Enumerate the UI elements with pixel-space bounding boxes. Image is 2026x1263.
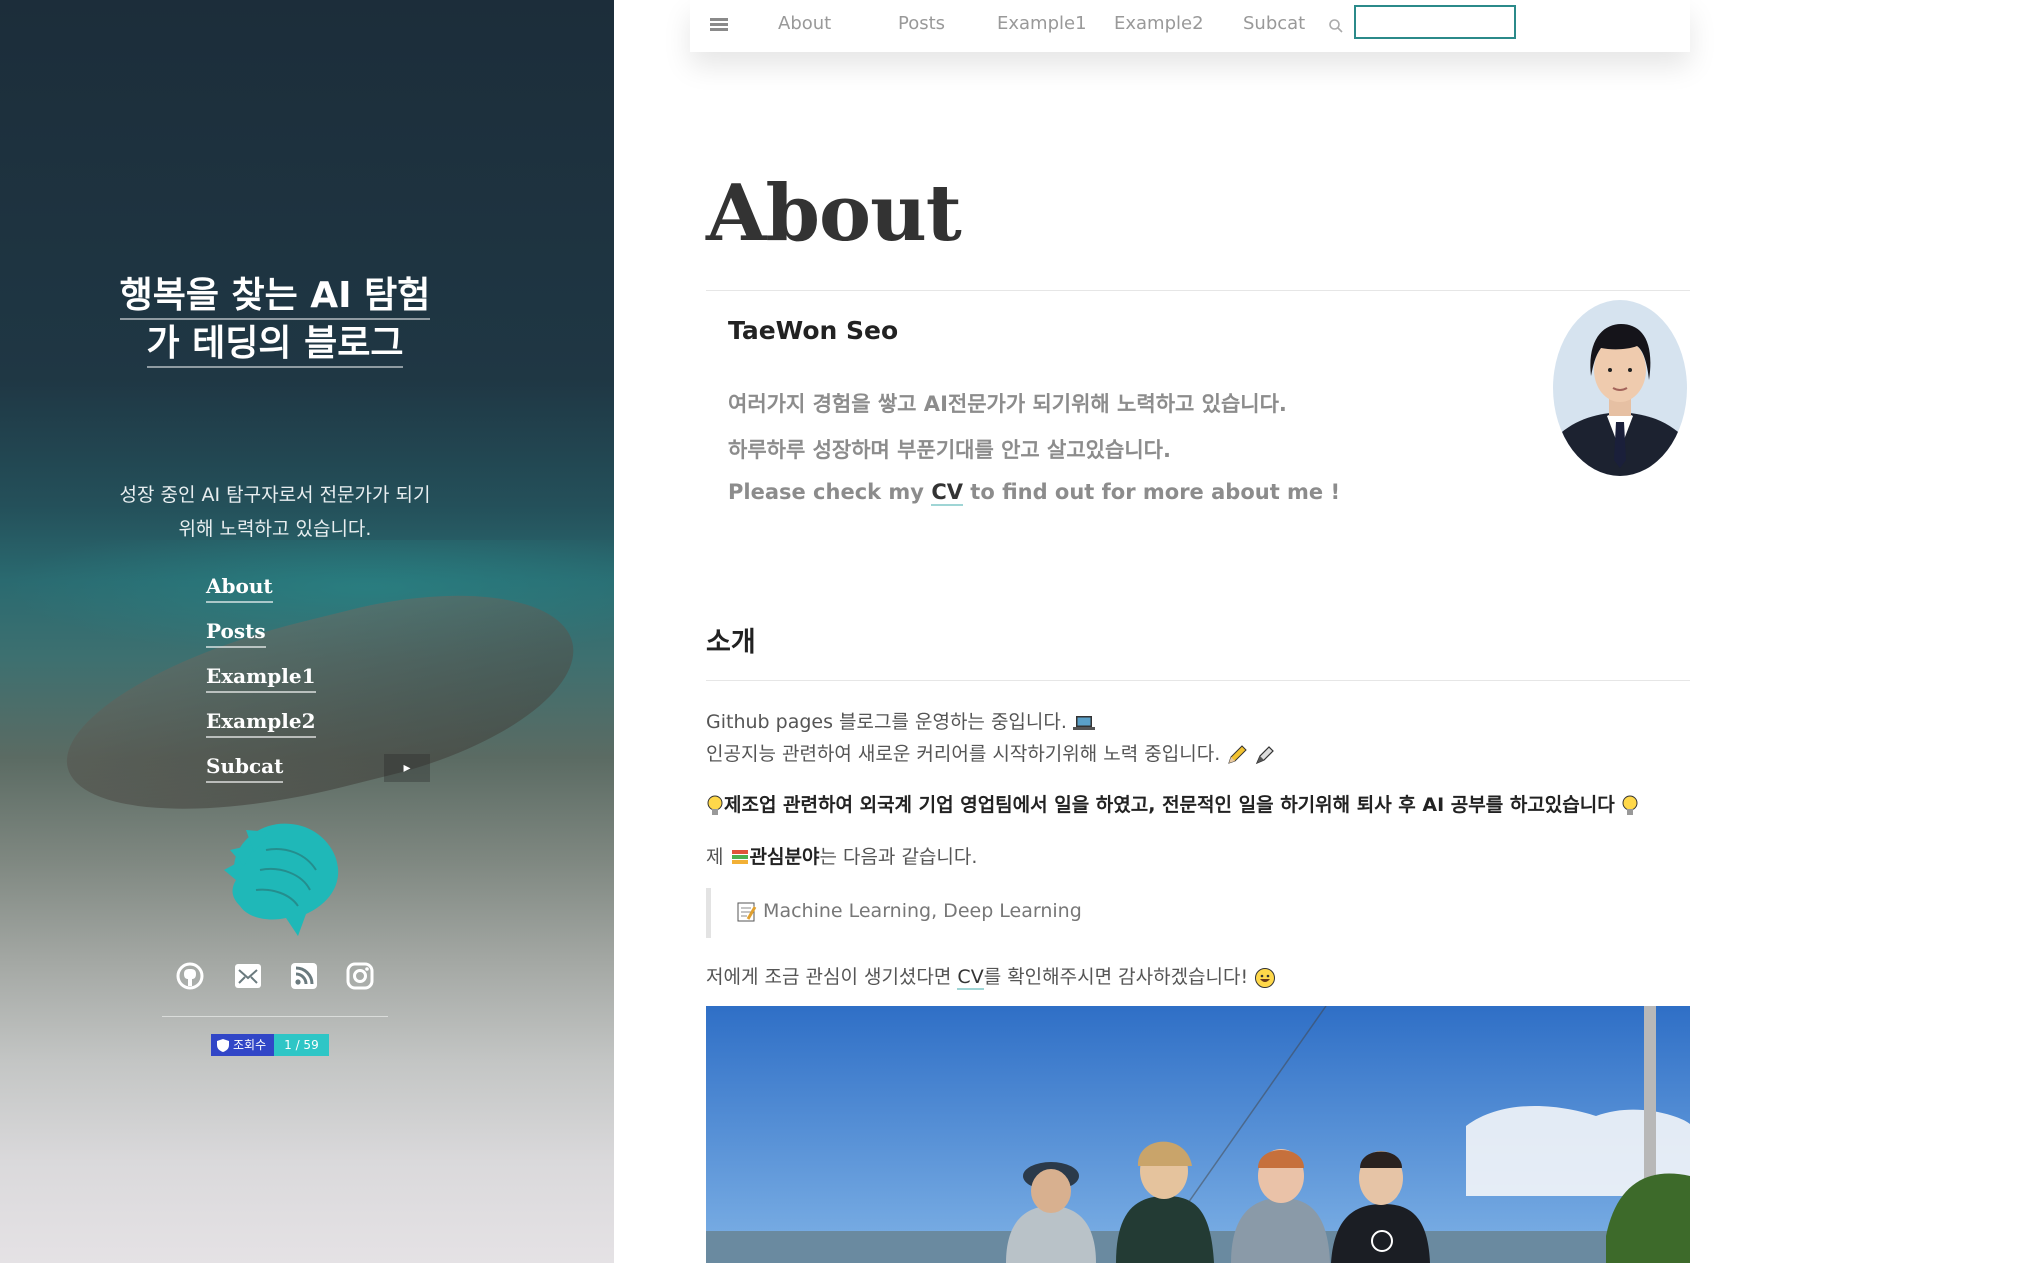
email-icon[interactable] <box>232 960 264 992</box>
sidebar-item-label: Example1 <box>206 664 316 693</box>
pen-icon <box>1256 745 1275 764</box>
lion-logo-icon[interactable] <box>206 810 346 940</box>
section-divider <box>706 680 1690 681</box>
rss-icon[interactable] <box>288 960 320 992</box>
sidebar-nav: About Posts Example1 Example2 Subcat ▸ <box>206 566 486 791</box>
sidebar-item-subcat[interactable]: Subcat ▸ <box>206 746 486 791</box>
author-name: TaeWon Seo <box>728 316 899 345</box>
sidebar-item-example1[interactable]: Example1 <box>206 656 486 701</box>
paragraph-interests-suffix: 는 다음과 같습니다. <box>819 846 978 868</box>
hits-value: 1 / 59 <box>274 1034 329 1056</box>
github-icon[interactable] <box>174 960 206 992</box>
intro-line-3-prefix: Please check my <box>728 480 924 504</box>
group-photo <box>706 1006 1690 1263</box>
submenu-caret-icon[interactable]: ▸ <box>384 754 430 782</box>
social-links <box>174 960 394 1000</box>
books-icon <box>731 849 748 864</box>
blockquote-text: Machine Learning, Deep Learning <box>763 900 1082 922</box>
cv-link-inline[interactable]: CV <box>957 966 984 990</box>
sidebar-item-label: About <box>206 574 273 603</box>
site-title-line2[interactable]: 가 테딩의 블로그 <box>146 323 404 368</box>
paragraph-interests-prefix: 제 <box>706 846 724 868</box>
sidebar-item-label: Subcat <box>206 754 284 783</box>
smiley-icon <box>1255 967 1276 988</box>
sidebar-item-example2[interactable]: Example2 <box>206 701 486 746</box>
paragraph-blog: Github pages 블로그를 운영하는 중입니다. <box>706 707 1095 734</box>
instagram-icon[interactable] <box>344 960 376 992</box>
intro-line-3: Please check my CV to find out for more … <box>728 480 1341 506</box>
intro-line-1: 여러가지 경험을 쌓고 AI전문가가 되기위해 노력하고 있습니다. <box>728 392 1287 416</box>
lightbulb-icon <box>707 795 723 815</box>
sidebar-divider <box>162 1016 388 1017</box>
intro-line-2: 하루하루 성장하며 부푼기대를 안고 살고있습니다. <box>728 438 1171 462</box>
blockquote: Machine Learning, Deep Learning <box>706 888 1695 938</box>
laptop-icon <box>1072 715 1095 730</box>
hits-counter-badge: 조회수 1 / 59 <box>211 1034 329 1056</box>
paragraph-cta-prefix: 저에게 조금 관심이 생기셨다면 <box>706 966 952 988</box>
memo-icon <box>737 902 757 921</box>
site-description-line1: 성장 중인 AI 탐구자로서 전문가가 되기 <box>119 484 431 506</box>
hits-label-segment: 조회수 <box>211 1034 275 1056</box>
shield-icon <box>217 1038 229 1052</box>
hits-label: 조회수 <box>233 1038 267 1052</box>
paragraph-career-text: 인공지능 관련하여 새로운 커리어를 시작하기위해 노력 중입니다. <box>706 743 1221 765</box>
site-title-line1[interactable]: 행복을 찾는 AI 탐험 <box>119 275 431 320</box>
paragraph-background: 제조업 관련하여 외국계 기업 영업팀에서 일을 하였고, 전문적인 일을 하기… <box>706 790 1639 818</box>
paragraph-career: 인공지능 관련하여 새로운 커리어를 시작하기위해 노력 중입니다. <box>706 739 1276 766</box>
page-title: About <box>706 168 962 259</box>
paragraph-interests-bold: 관심분야 <box>749 846 820 868</box>
paragraph-background-text: 제조업 관련하여 외국계 기업 영업팀에서 일을 하였고, 전문적인 일을 하기… <box>724 794 1615 816</box>
pencil-icon <box>1228 744 1248 764</box>
intro-line-3-suffix: to find out for more about me ! <box>970 480 1341 504</box>
paragraph-cta-suffix: 를 확인해주시면 감사하겠습니다! <box>983 966 1249 988</box>
paragraph-cta: 저에게 조금 관심이 생기셨다면 CV를 확인해주시면 감사하겠습니다! <box>706 962 1276 990</box>
sidebar-item-about[interactable]: About <box>206 566 486 611</box>
profile-avatar <box>1553 300 1687 476</box>
paragraph-interests: 제 관심분야는 다음과 같습니다. <box>706 842 977 869</box>
sidebar-item-label: Posts <box>206 619 266 648</box>
paragraph-blog-text: Github pages 블로그를 운영하는 중입니다. <box>706 711 1067 733</box>
site-description-line2: 위해 노력하고 있습니다. <box>178 518 372 540</box>
main-content: About TaeWon Seo 여러가지 경험을 쌓고 AI전문가가 되기위해… <box>706 0 1690 1263</box>
blockquote-content: Machine Learning, Deep Learning <box>735 900 1082 923</box>
lightbulb-icon <box>1622 795 1638 815</box>
section-heading-intro: 소개 <box>706 627 756 658</box>
title-divider <box>706 290 1690 291</box>
sidebar-item-posts[interactable]: Posts <box>206 611 486 656</box>
cv-link[interactable]: CV <box>931 480 963 506</box>
sidebar: 행복을 찾는 AI 탐험 가 테딩의 블로그 성장 중인 AI 탐구자로서 전문… <box>0 0 614 1263</box>
site-description: 성장 중인 AI 탐구자로서 전문가가 되기 위해 노력하고 있습니다. <box>90 478 460 546</box>
site-title[interactable]: 행복을 찾는 AI 탐험 가 테딩의 블로그 <box>90 272 460 368</box>
sidebar-item-label: Example2 <box>206 709 316 738</box>
